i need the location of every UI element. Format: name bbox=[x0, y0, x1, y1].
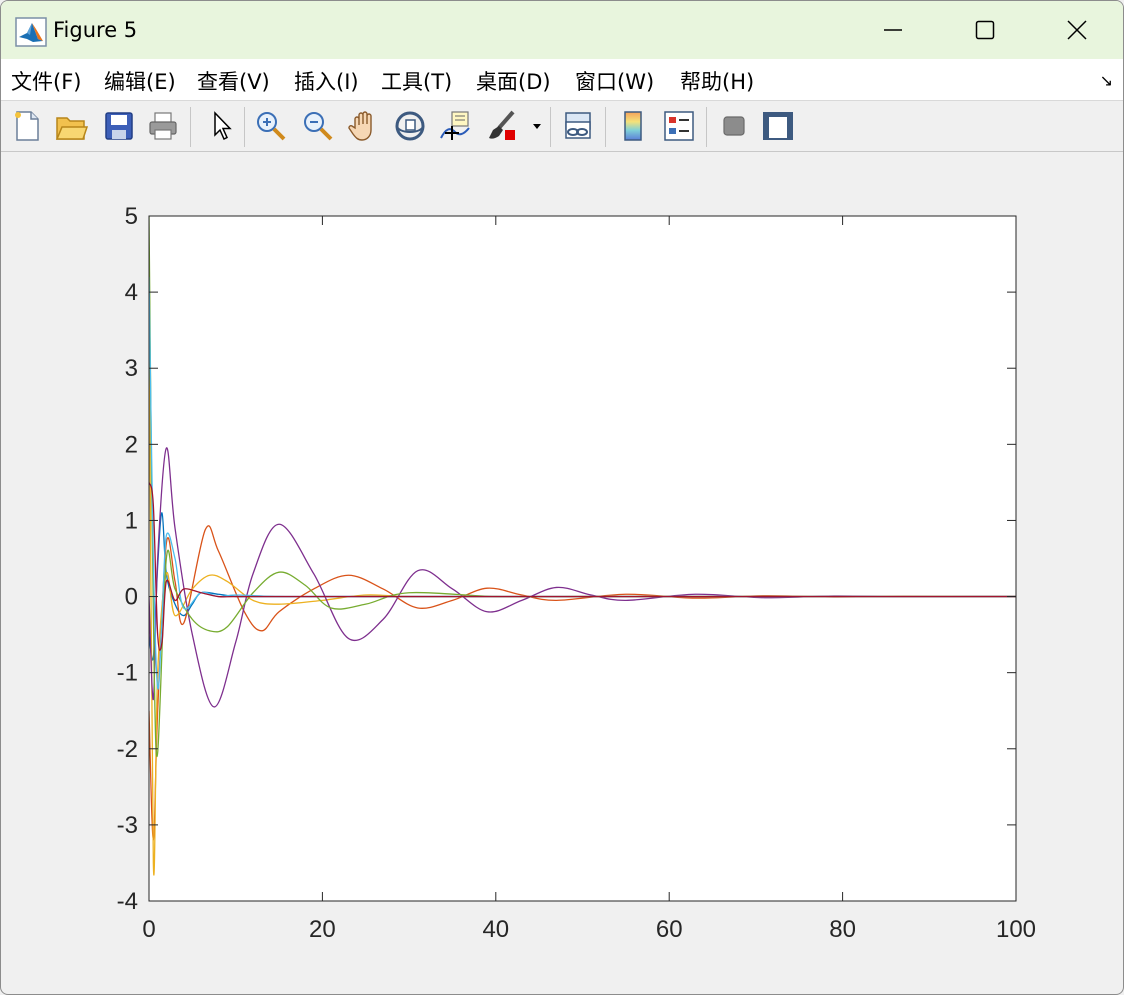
figure-toolbar bbox=[1, 101, 1123, 152]
print-icon[interactable] bbox=[145, 108, 181, 144]
menu-bar: 文件(F) 编辑(E) 查看(V) 插入(I) 工具(T) 桌面(D) 窗口(W… bbox=[1, 59, 1123, 101]
close-icon bbox=[1067, 20, 1087, 40]
close-button[interactable] bbox=[1031, 1, 1123, 59]
menu-file[interactable]: 文件(F) bbox=[11, 66, 81, 96]
y-tick-label: -2 bbox=[117, 736, 138, 763]
zoom-in-icon[interactable] bbox=[253, 108, 289, 144]
x-tick-label: 60 bbox=[656, 916, 683, 943]
toolbar-separator bbox=[190, 107, 191, 147]
line-chart[interactable]: 0 20 40 60 80 100 -4 -3 -2 -1 0 1 2 3 4 5 bbox=[1, 152, 1123, 994]
window-title: Figure 5 bbox=[53, 18, 138, 42]
menu-help[interactable]: 帮助(H) bbox=[680, 66, 754, 96]
y-tick-label: 2 bbox=[125, 431, 138, 458]
axes-background bbox=[149, 216, 1016, 901]
save-icon[interactable] bbox=[101, 108, 137, 144]
x-tick-label: 40 bbox=[482, 916, 509, 943]
toolbar-separator bbox=[605, 107, 606, 147]
maximize-icon bbox=[975, 20, 995, 40]
brush-icon[interactable] bbox=[485, 108, 521, 144]
data-cursor-icon[interactable] bbox=[438, 108, 474, 144]
toolbar-separator bbox=[244, 107, 245, 147]
y-tick-label: 5 bbox=[125, 203, 138, 230]
y-tick-label: -1 bbox=[117, 660, 138, 687]
toolbar-separator bbox=[550, 107, 551, 147]
x-tick-label: 20 bbox=[309, 916, 336, 943]
y-tick-label: 0 bbox=[125, 584, 138, 611]
show-plot-tools-icon[interactable] bbox=[760, 108, 796, 144]
edit-plot-pointer-icon[interactable] bbox=[203, 108, 239, 144]
y-tick-label: 3 bbox=[125, 355, 138, 382]
figure-window: Figure 5 文件(F) 编辑(E) 查看(V) 插入(I) 工具(T) 桌… bbox=[0, 0, 1124, 995]
maximize-button[interactable] bbox=[939, 1, 1031, 59]
toolbar-separator bbox=[706, 107, 707, 147]
zoom-out-icon[interactable] bbox=[300, 108, 336, 144]
x-tick-label: 80 bbox=[829, 916, 856, 943]
dock-arrow-icon[interactable]: ↘ bbox=[1100, 71, 1113, 90]
menu-tools[interactable]: 工具(T) bbox=[381, 66, 452, 96]
menu-edit[interactable]: 编辑(E) bbox=[104, 66, 176, 96]
menu-insert[interactable]: 插入(I) bbox=[294, 66, 359, 96]
y-tick-label: -3 bbox=[117, 812, 138, 839]
y-tick-label: 4 bbox=[125, 279, 138, 306]
menu-window[interactable]: 窗口(W) bbox=[575, 66, 654, 96]
link-plot-icon[interactable] bbox=[560, 108, 596, 144]
title-bar[interactable]: Figure 5 bbox=[1, 1, 1123, 59]
figure-canvas[interactable]: 0 20 40 60 80 100 -4 -3 -2 -1 0 1 2 3 4 5 bbox=[1, 152, 1123, 994]
new-figure-icon[interactable] bbox=[9, 108, 45, 144]
menu-view[interactable]: 查看(V) bbox=[197, 66, 270, 96]
y-tick-label: 1 bbox=[125, 507, 138, 534]
legend-icon[interactable] bbox=[661, 108, 697, 144]
x-tick-label: 0 bbox=[142, 916, 155, 943]
colorbar-icon[interactable] bbox=[615, 108, 651, 144]
minimize-icon bbox=[884, 29, 902, 31]
minimize-button[interactable] bbox=[847, 1, 939, 59]
pan-hand-icon[interactable] bbox=[346, 108, 382, 144]
brush-dropdown-arrow-icon[interactable] bbox=[529, 108, 545, 144]
rotate-3d-icon[interactable] bbox=[392, 108, 428, 144]
hide-plot-tools-icon[interactable] bbox=[716, 108, 752, 144]
x-tick-label: 100 bbox=[996, 916, 1036, 943]
menu-desktop[interactable]: 桌面(D) bbox=[476, 66, 551, 96]
open-folder-icon[interactable] bbox=[53, 108, 89, 144]
y-tick-label: -4 bbox=[117, 888, 138, 915]
matlab-logo-icon bbox=[15, 17, 47, 47]
